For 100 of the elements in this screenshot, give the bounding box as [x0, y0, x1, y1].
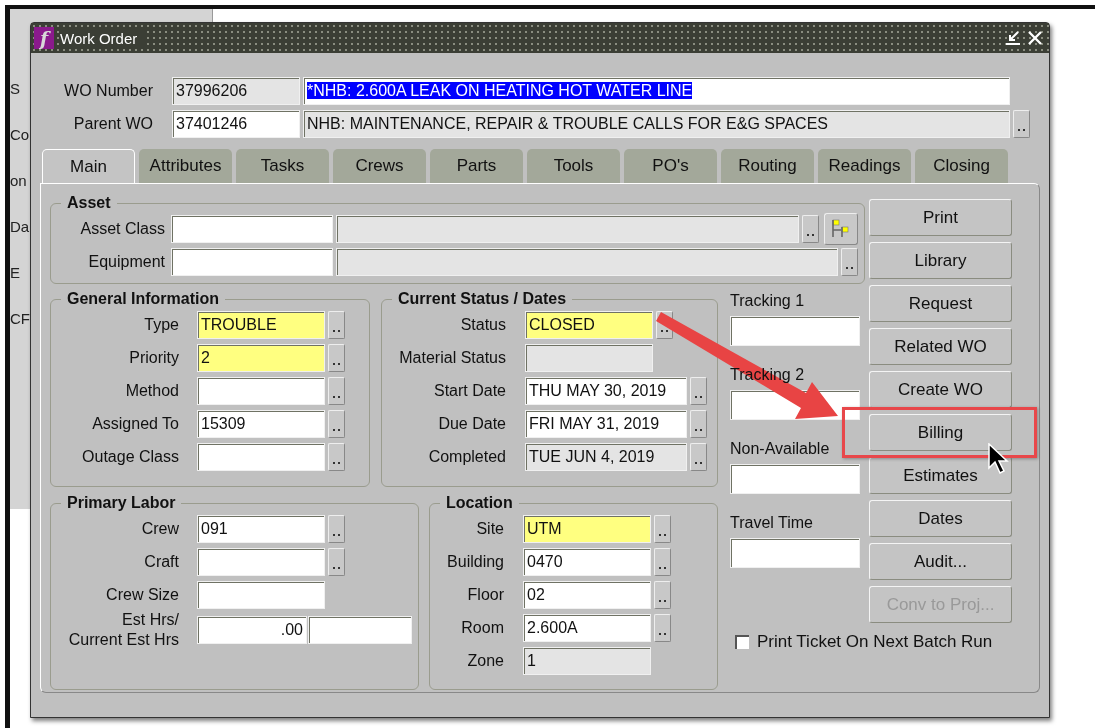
field-label: Building	[446, 551, 505, 572]
cut-label: E	[10, 263, 20, 283]
lookup-button[interactable]	[328, 343, 345, 372]
group-title: Primary Labor	[66, 494, 177, 512]
lookup-button[interactable]	[654, 547, 671, 576]
dots-icon	[807, 233, 814, 236]
field-label: Type	[143, 314, 180, 335]
lookup-button[interactable]	[690, 442, 707, 471]
text-field[interactable]: UTM	[523, 514, 651, 543]
text-field[interactable]	[730, 316, 860, 346]
close-icon[interactable]	[1027, 30, 1043, 46]
action-button[interactable]: Dates	[869, 500, 1012, 537]
tree-button[interactable]	[824, 212, 858, 245]
lookup-button[interactable]	[654, 580, 671, 609]
text-field[interactable]	[171, 247, 333, 276]
action-button[interactable]: Create WO	[869, 371, 1012, 408]
lookup-button[interactable]	[690, 376, 707, 405]
action-button[interactable]: Print	[869, 199, 1012, 236]
lookup-button[interactable]	[654, 613, 671, 642]
dots-icon	[661, 329, 668, 332]
text-field[interactable]	[525, 343, 653, 372]
group-title: General Information	[66, 290, 221, 308]
field-label: Non-Available	[730, 439, 830, 459]
text-field[interactable]: 2.600A	[523, 613, 651, 642]
lookup-button[interactable]	[328, 409, 345, 438]
text-field[interactable]: THU MAY 30, 2019	[525, 376, 687, 405]
cut-label: Co	[10, 125, 30, 145]
action-button[interactable]: Library	[869, 242, 1012, 279]
lookup-button[interactable]	[328, 547, 345, 576]
text-field[interactable]	[730, 538, 860, 568]
tab[interactable]: Parts	[430, 149, 523, 183]
dots-icon	[695, 428, 702, 431]
text-field[interactable]: 37996206	[172, 77, 300, 105]
dots-icon	[695, 395, 702, 398]
group-title: Location	[445, 494, 514, 512]
text-field[interactable]	[336, 247, 838, 276]
text-field[interactable]: 37401246	[172, 110, 300, 138]
text-field[interactable]: 15309	[197, 409, 325, 438]
action-button[interactable]: Billing	[869, 414, 1012, 451]
tab[interactable]: Attributes	[139, 149, 232, 183]
lookup-button[interactable]	[1013, 110, 1030, 138]
text-field[interactable]: .00	[197, 616, 307, 644]
lookup-button[interactable]	[654, 514, 671, 543]
dots-icon	[333, 566, 340, 569]
tab[interactable]: Crews	[333, 149, 426, 183]
tab[interactable]: Readings	[818, 149, 911, 183]
text-field[interactable]: 1	[523, 646, 651, 675]
minimize-icon[interactable]	[1005, 30, 1021, 46]
tab[interactable]: PO's	[624, 149, 717, 183]
dots-icon	[659, 566, 666, 569]
field-text: NHB: MAINTENANCE, REPAIR & TROUBLE CALLS FOR E&G SPACES	[307, 115, 828, 132]
dots-icon	[846, 266, 853, 269]
cut-label: CF	[10, 309, 30, 329]
text-field[interactable]	[171, 214, 333, 243]
lookup-button[interactable]	[841, 247, 858, 276]
text-field[interactable]: 02	[523, 580, 651, 609]
text-field[interactable]	[336, 214, 799, 243]
field-label: Equipment	[87, 252, 166, 271]
field-label: Assigned To	[91, 413, 180, 434]
action-button[interactable]: Related WO	[869, 328, 1012, 365]
tab[interactable]: Closing	[915, 149, 1008, 183]
checkbox[interactable]	[735, 635, 749, 649]
text-field[interactable]: NHB: MAINTENANCE, REPAIR & TROUBLE CALLS FOR E&G SPACES	[303, 110, 1010, 138]
lookup-button[interactable]	[690, 409, 707, 438]
field-label: Tracking 1	[730, 291, 805, 311]
text-field[interactable]	[197, 580, 325, 609]
text-field[interactable]: TUE JUN 4, 2019	[525, 442, 687, 471]
text-field[interactable]: TROUBLE	[197, 310, 325, 339]
tab[interactable]: Tools	[527, 149, 620, 183]
text-field[interactable]: FRI MAY 31, 2019	[525, 409, 687, 438]
field-label: Asset Class	[79, 219, 166, 238]
text-field[interactable]: *NHB: 2.600A LEAK ON HEATING HOT WATER LINE	[303, 77, 1010, 105]
action-button[interactable]: Audit...	[869, 543, 1012, 580]
action-button[interactable]: Estimates	[869, 457, 1012, 494]
text-field[interactable]	[197, 442, 325, 471]
tab[interactable]: Main	[42, 149, 135, 183]
text-field[interactable]	[308, 616, 412, 644]
lookup-button[interactable]	[328, 442, 345, 471]
field-label: Status	[459, 314, 507, 335]
lookup-button[interactable]	[328, 310, 345, 339]
action-button[interactable]: Request	[869, 285, 1012, 322]
lookup-button[interactable]	[328, 376, 345, 405]
text-field[interactable]: 091	[197, 514, 325, 543]
group-title: Current Status / Dates	[397, 290, 568, 308]
text-field[interactable]	[197, 376, 325, 405]
field-label: Craft	[143, 551, 180, 572]
tab[interactable]: Tasks	[236, 149, 329, 183]
lookup-button[interactable]	[802, 214, 819, 243]
tab[interactable]: Routing	[721, 149, 814, 183]
text-field[interactable]	[197, 547, 325, 576]
field-label: Room	[460, 617, 505, 638]
field-label: Start Date	[432, 380, 507, 401]
dots-icon	[659, 599, 666, 602]
text-field[interactable]	[730, 464, 860, 494]
field-label: Completed	[427, 446, 507, 467]
text-field[interactable]: 2	[197, 343, 325, 372]
text-field[interactable]: CLOSED	[525, 310, 653, 339]
lookup-button[interactable]	[328, 514, 345, 543]
checkbox-label: Print Ticket On Next Batch Run	[757, 632, 993, 652]
text-field[interactable]: 0470	[523, 547, 651, 576]
